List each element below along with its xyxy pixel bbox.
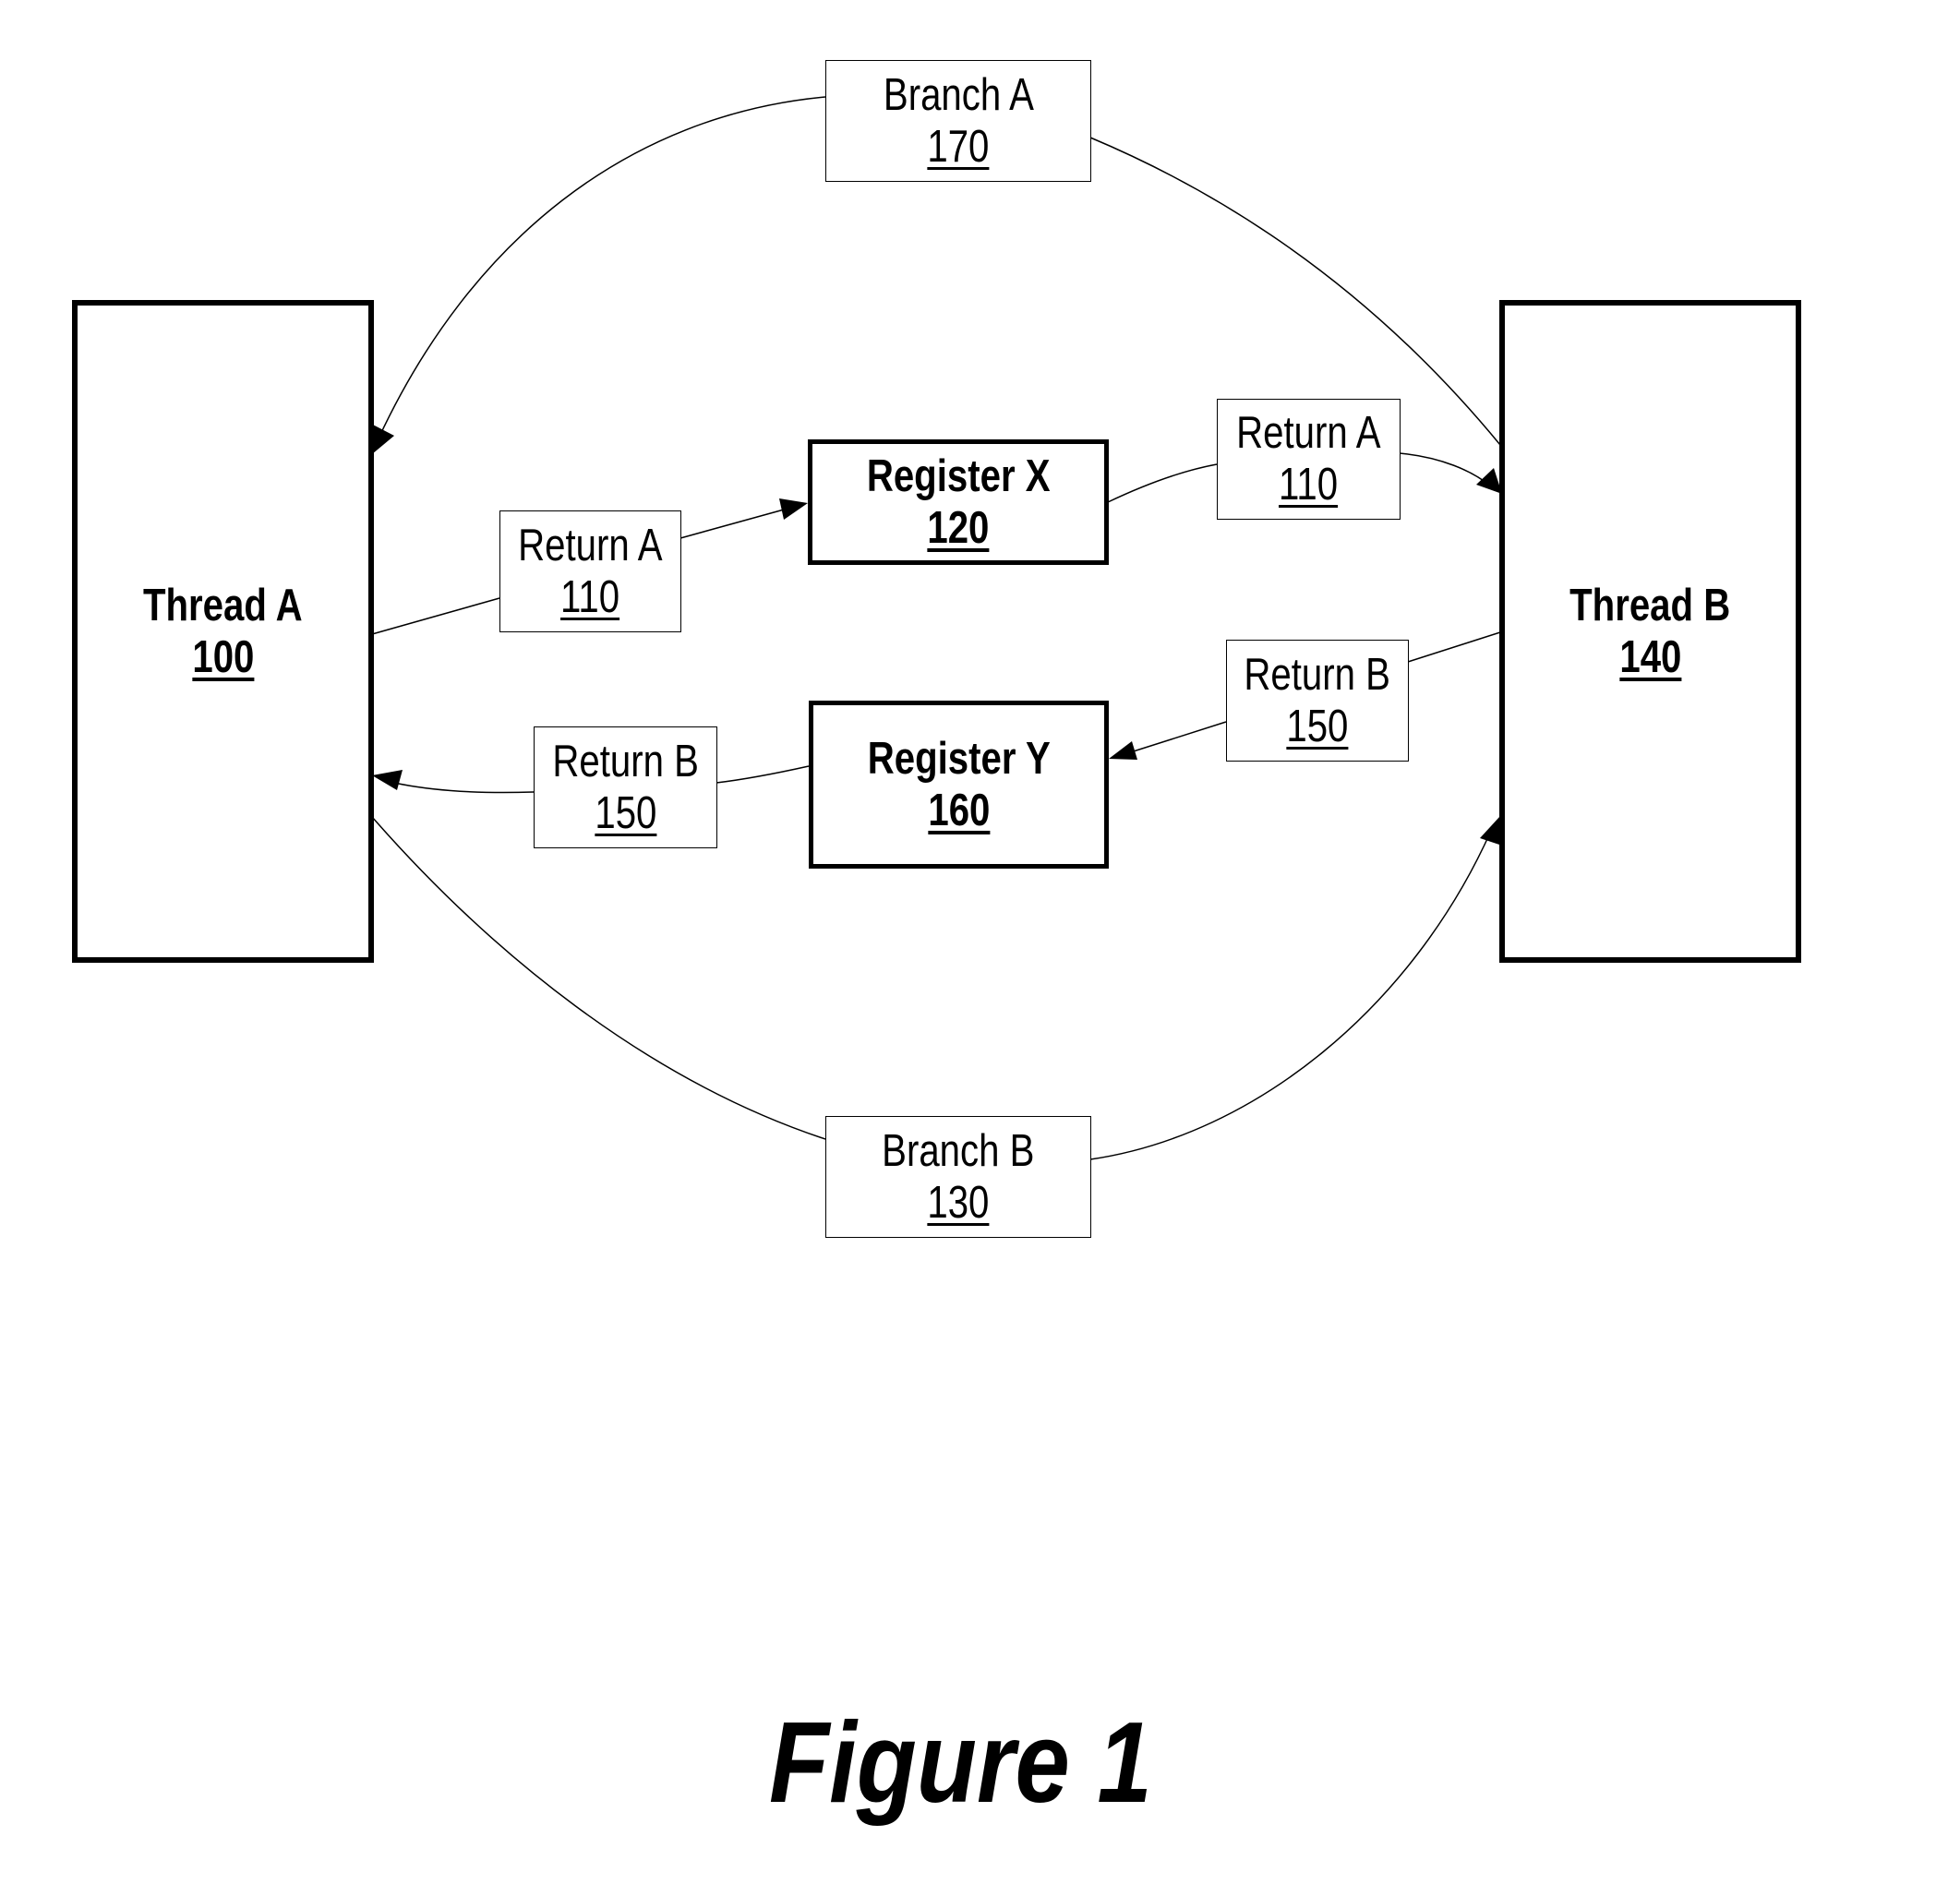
node-thread-b-ref: 140: [1618, 631, 1682, 682]
edge-label-return-a-right: Return A 110: [1217, 399, 1401, 520]
node-register-y-title: Register Y: [867, 733, 1051, 784]
edge-return-a-from-register-x: [1107, 463, 1218, 503]
node-register-x-title: Register X: [866, 450, 1051, 501]
edge-label-return-b-left-title: Return B: [552, 736, 699, 786]
node-register-y: Register Y 160: [809, 701, 1109, 869]
edge-label-return-a-right-ref: 110: [1279, 460, 1339, 510]
edge-label-return-b-right-ref: 150: [1286, 701, 1349, 751]
node-thread-a-ref: 100: [191, 631, 255, 682]
edge-return-a-from-thread-a: [371, 597, 500, 635]
edge-return-b-from-register-y: [715, 765, 810, 784]
edge-branch-a-to-thread-a: [378, 96, 826, 439]
node-register-y-ref: 160: [927, 785, 991, 835]
node-thread-b: Thread B 140: [1499, 300, 1801, 963]
arrowhead-return-a-to-thread-b: [1476, 468, 1502, 494]
edge-return-b-to-register-y: [1121, 721, 1227, 756]
arrowhead-return-b-to-register-y: [1109, 741, 1137, 760]
edge-label-return-a-left: Return A 110: [499, 510, 681, 632]
edge-label-return-a-left-title: Return A: [518, 520, 663, 570]
figure-caption: Figure 1: [769, 1699, 1152, 1827]
arrowhead-branch-b-to-thread-b: [1480, 816, 1500, 845]
edge-label-branch-b-ref: 130: [927, 1177, 990, 1228]
edge-return-a-to-register-x: [679, 506, 795, 539]
edge-label-branch-a-title: Branch A: [883, 69, 1034, 120]
edge-branch-b-to-thread-b: [1089, 830, 1492, 1160]
edge-return-b-from-thread-b: [1407, 631, 1501, 663]
edge-label-return-b-right: Return B 150: [1226, 640, 1409, 762]
edge-return-a-to-thread-b: [1399, 452, 1492, 487]
arrowhead-return-b-to-thread-a: [372, 770, 403, 790]
edge-label-branch-a: Branch A 170: [825, 60, 1091, 182]
node-register-x: Register X 120: [808, 439, 1109, 565]
edge-label-return-a-left-ref: 110: [560, 571, 620, 622]
arrowhead-return-a-to-register-x: [779, 498, 808, 520]
edge-label-return-b-left: Return B 150: [534, 726, 717, 848]
edge-label-branch-b: Branch B 130: [825, 1116, 1091, 1238]
node-register-x-ref: 120: [927, 502, 990, 553]
edge-label-branch-b-title: Branch B: [882, 1125, 1035, 1176]
edge-label-branch-a-ref: 170: [927, 121, 990, 172]
edge-label-return-b-right-title: Return B: [1244, 649, 1391, 700]
node-thread-a: Thread A 100: [72, 300, 374, 963]
edge-return-b-to-thread-a: [385, 780, 535, 794]
edge-label-return-b-left-ref: 150: [594, 787, 657, 838]
edge-label-return-a-right-title: Return A: [1236, 408, 1381, 458]
node-thread-b-title: Thread B: [1569, 580, 1731, 630]
node-thread-a-title: Thread A: [143, 580, 303, 630]
edge-branch-b-from-thread-a: [371, 816, 826, 1140]
